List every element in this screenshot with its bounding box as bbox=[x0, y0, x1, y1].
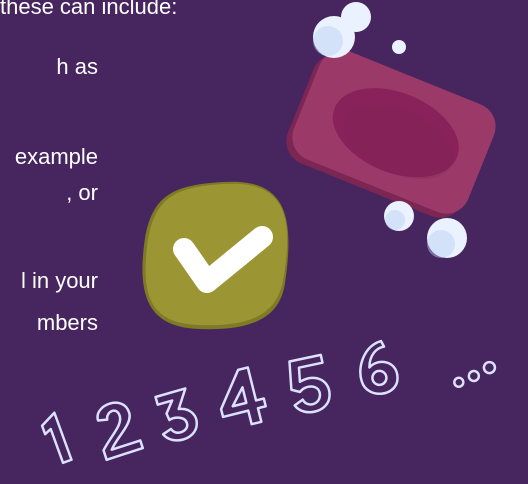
text-line-2: h as bbox=[56, 54, 98, 79]
bubble-icon bbox=[313, 2, 467, 258]
text-line-6: mbers bbox=[36, 310, 98, 335]
number-3-icon bbox=[154, 387, 199, 442]
slide-text: these can include: h as example , or l i… bbox=[0, 0, 177, 360]
soap-bar-icon bbox=[286, 50, 496, 218]
number-6-icon bbox=[359, 339, 399, 396]
text-line-5: l in your bbox=[20, 268, 98, 293]
text-line-3: example bbox=[14, 144, 98, 169]
ellipsis-icon bbox=[453, 360, 497, 389]
slide-canvas: these can include: h as example , or l i… bbox=[0, 0, 528, 484]
number-2-icon bbox=[96, 401, 145, 462]
text-line-4: , or bbox=[66, 180, 98, 205]
number-5-icon bbox=[288, 353, 331, 414]
text-line-1: these can include: bbox=[0, 0, 178, 19]
number-4-icon bbox=[219, 366, 267, 426]
number-1-icon bbox=[40, 411, 73, 465]
